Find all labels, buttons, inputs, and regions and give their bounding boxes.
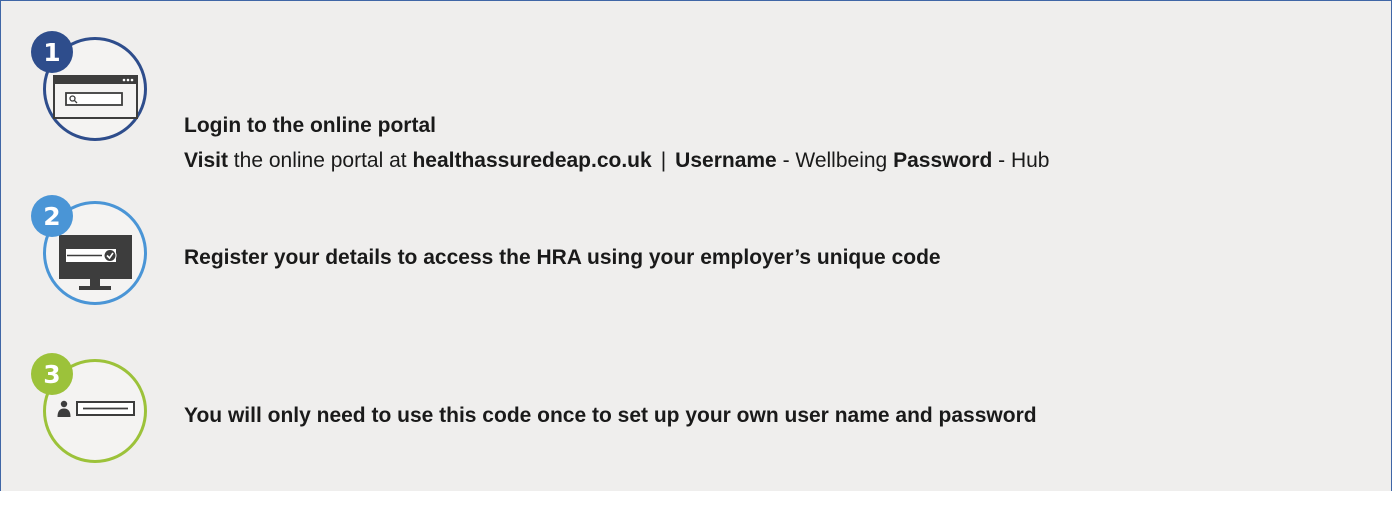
step-number: 1	[43, 37, 61, 67]
step-number: 2	[43, 201, 61, 231]
separator: |	[660, 149, 667, 172]
step-3-text-content: You will only need to use this code once…	[184, 404, 1037, 427]
step-1-title: Login to the online portal	[184, 112, 436, 140]
username-value: - Wellbeing	[776, 149, 894, 172]
step-3-badge: 3	[31, 353, 73, 395]
step-3: 3 You will only need to use this code on…	[1, 353, 1393, 505]
step-1: 1 Login to the online portal Visit the o…	[1, 1, 1393, 172]
step-2-text-content: Register your details to access the HRA …	[184, 246, 941, 269]
step-2-badge: 2	[31, 195, 73, 237]
instructions-panel: 1 Login to the online portal Visit the o…	[0, 0, 1392, 491]
portal-url-link[interactable]: healthassuredeap.co.uk	[412, 149, 651, 172]
password-label: Password	[893, 149, 993, 172]
step-3-icon-group: 3	[31, 353, 151, 467]
step-2: 2 Register your details to access the HR…	[1, 195, 1393, 347]
step-1-details: Visit the online portal at healthassured…	[184, 147, 1049, 175]
visit-label: Visit	[184, 149, 228, 172]
step-3-text: You will only need to use this code once…	[184, 402, 1037, 430]
step-1-icon-group: 1	[31, 31, 151, 145]
step-2-text: Register your details to access the HRA …	[184, 244, 941, 272]
step-number: 3	[43, 359, 61, 389]
password-value: - Hub	[992, 149, 1050, 172]
username-label: Username	[675, 149, 777, 172]
step-1-badge: 1	[31, 31, 73, 73]
step-2-icon-group: 2	[31, 195, 151, 309]
step-1-title-text: Login to the online portal	[184, 114, 436, 137]
visit-text: the online portal at	[227, 149, 413, 172]
